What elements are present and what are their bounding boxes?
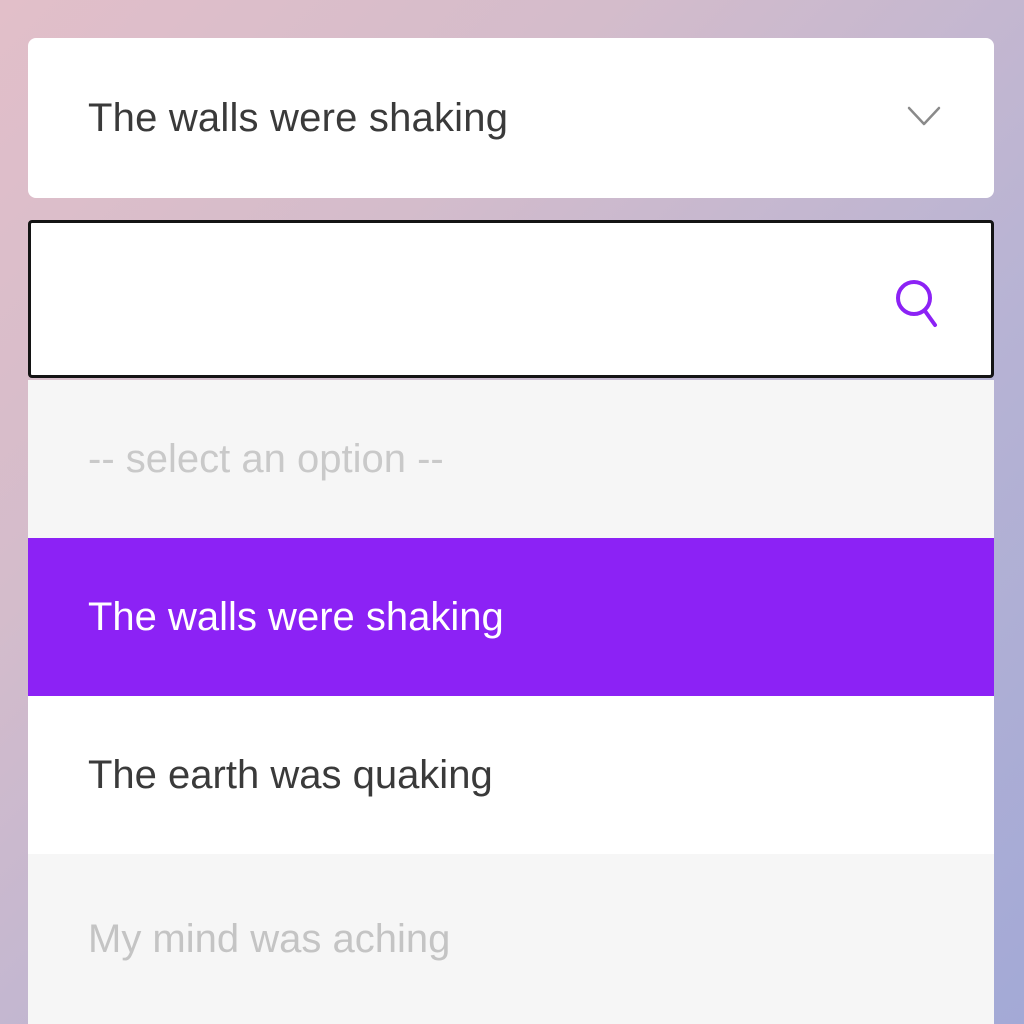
option-label: My mind was aching — [88, 916, 451, 961]
select-value: The walls were shaking — [88, 95, 509, 140]
option-label: The walls were shaking — [88, 594, 504, 639]
option-label: -- select an option -- — [88, 436, 444, 481]
option-placeholder[interactable]: -- select an option -- — [28, 380, 994, 538]
search-input[interactable] — [51, 243, 875, 357]
search-icon[interactable] — [893, 277, 941, 331]
option-selected[interactable]: The walls were shaking — [28, 538, 994, 696]
option-item[interactable]: The earth was quaking — [28, 696, 994, 854]
search-box — [28, 220, 994, 378]
chevron-down-icon[interactable] — [906, 104, 942, 128]
option-disabled: My mind was aching — [28, 854, 994, 1024]
option-label: The earth was quaking — [88, 752, 493, 797]
select-dropdown[interactable]: The walls were shaking — [28, 38, 994, 198]
dropdown-panel: -- select an option -- The walls were sh… — [28, 220, 994, 1024]
